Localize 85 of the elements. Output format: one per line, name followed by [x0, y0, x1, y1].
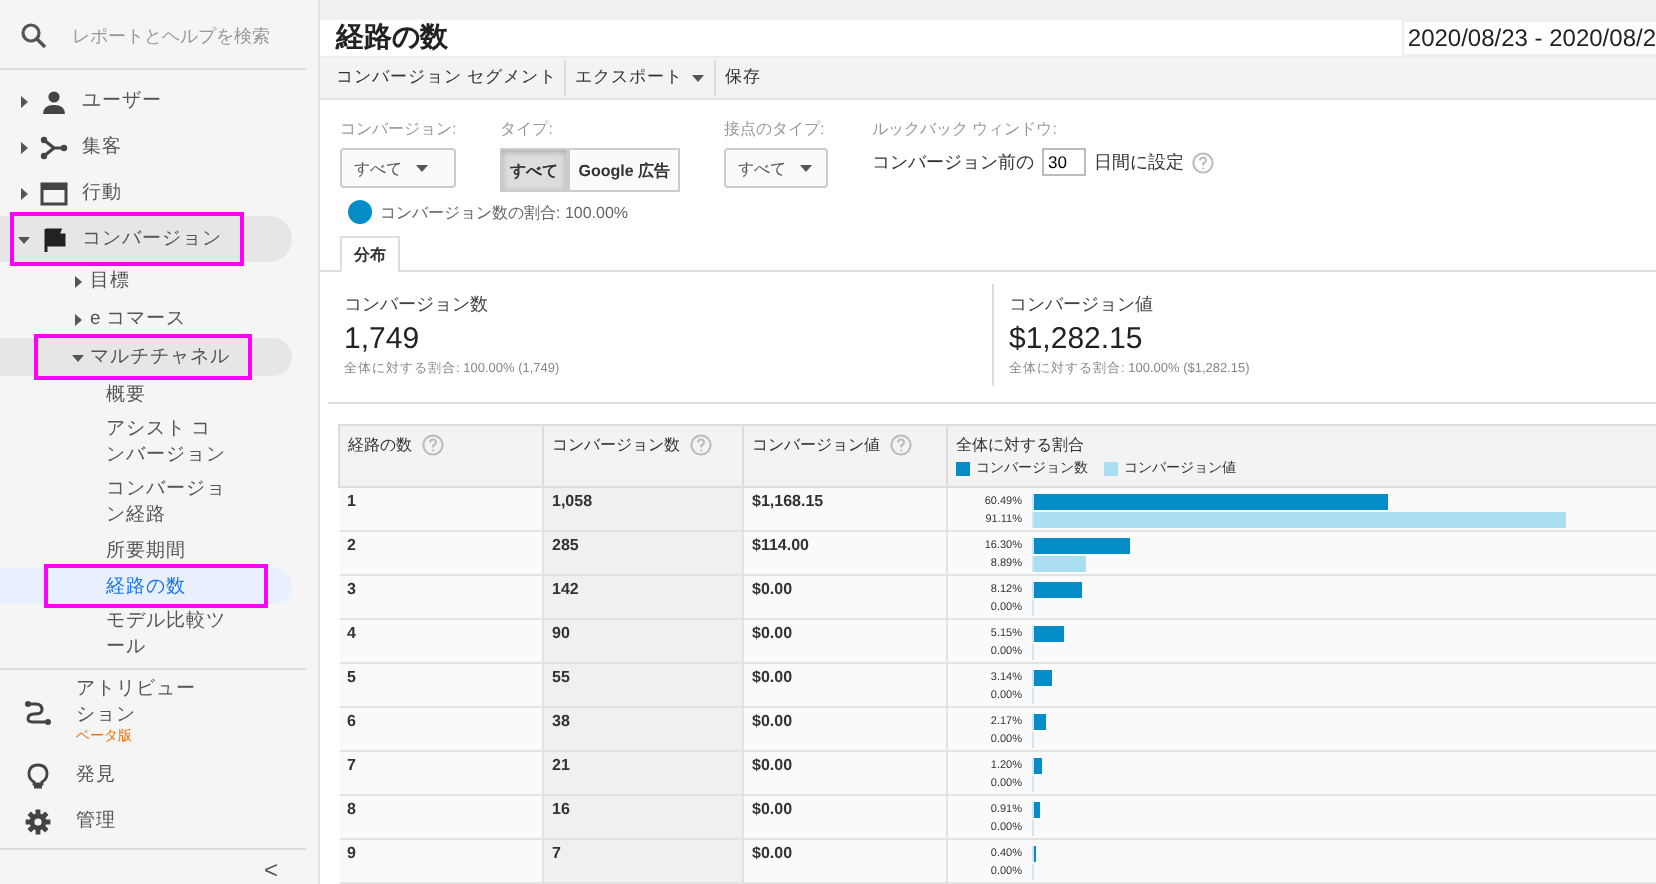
- column-title: 全体に対する割合: [956, 434, 1084, 457]
- table-cell: 1: [339, 487, 543, 532]
- collapse-button[interactable]: <: [263, 856, 278, 884]
- metric-title: コンバージョン数: [344, 292, 490, 319]
- sidebar-item[interactable]: 集客: [0, 124, 292, 170]
- date-range-picker[interactable]: 2020/08/23 - 2020/08/2: [1401, 20, 1656, 57]
- sidebar-item[interactable]: 概要: [0, 376, 292, 412]
- sidebar-item[interactable]: コンバージョン経路: [0, 472, 292, 532]
- table-cell: 6: [339, 707, 543, 752]
- sidebar-item-label[interactable]: 発見: [76, 762, 196, 788]
- help-icon: [422, 434, 444, 457]
- metric-value: $1,282.15: [1009, 322, 1145, 357]
- table-cell: 16: [543, 795, 743, 840]
- segment-button[interactable]: Google 広告: [568, 148, 681, 193]
- table-cell: 5: [339, 663, 543, 708]
- days-input[interactable]: 30: [1042, 148, 1087, 177]
- settings-icon: [24, 807, 52, 835]
- person-icon: [40, 87, 68, 115]
- search-field[interactable]: レポートとヘルプを検索: [72, 26, 292, 46]
- filter-label: タイプ:: [500, 118, 555, 141]
- table-cell: 1,058: [543, 487, 743, 532]
- table-cell: 7: [339, 751, 543, 796]
- field-label: 日間に設定: [1094, 149, 1185, 176]
- table-cell: 3: [339, 575, 543, 620]
- toolbar-button[interactable]: エクスポート: [566, 60, 717, 97]
- help-icon: [690, 434, 712, 457]
- segment-button[interactable]: すべて: [500, 148, 569, 193]
- table-cell: $0.00: [743, 751, 947, 796]
- sidebar-item[interactable]: コンバージョン: [0, 216, 292, 262]
- table-cell: $0.00: [743, 575, 947, 620]
- lightbulb-icon: [24, 761, 52, 789]
- table-cell: 142: [543, 575, 743, 620]
- table-cell: $0.00: [743, 839, 947, 884]
- branch-icon: [40, 133, 68, 161]
- segment-label: コンバージョン数の割合: 100.00%: [380, 201, 629, 224]
- table-cell: 90: [543, 619, 743, 664]
- dropdown[interactable]: すべて: [340, 148, 457, 189]
- dropdown[interactable]: すべて: [724, 148, 829, 189]
- sidebar-item[interactable]: 所要期間: [0, 532, 292, 568]
- sidebar-item[interactable]: 目標: [0, 262, 292, 300]
- table-cell: $0.00: [743, 663, 947, 708]
- search-icon: [20, 22, 48, 50]
- column-title: コンバージョン値: [752, 434, 880, 457]
- column-title: 経路の数: [348, 434, 412, 457]
- metric-title: コンバージョン値: [1009, 292, 1155, 319]
- table-cell: $0.00: [743, 707, 947, 752]
- page-title: 経路の数: [336, 20, 448, 57]
- table-cell: 55: [543, 663, 743, 708]
- sidebar-item[interactable]: アシスト コンバージョン: [0, 412, 292, 472]
- table-cell: 21: [543, 751, 743, 796]
- route-icon: [24, 697, 52, 725]
- field-label: コンバージョン前の: [872, 149, 1035, 176]
- sidebar-item[interactable]: モデル比較ツール: [0, 604, 292, 664]
- help-icon: [890, 434, 912, 457]
- table-cell: $1,168.15: [743, 487, 947, 532]
- table-cell: 285: [543, 531, 743, 576]
- caret-icon: [798, 160, 815, 177]
- table-cell: $0.00: [743, 795, 947, 840]
- sidebar-item-label[interactable]: アトリビューション: [76, 676, 196, 728]
- table-cell: 4: [339, 619, 543, 664]
- column-title: コンバージョン数: [552, 434, 680, 457]
- sidebar-item[interactable]: マルチチャネル: [0, 338, 292, 376]
- toolbar-button[interactable]: コンバージョン セグメント: [336, 60, 567, 97]
- help-icon: [1192, 151, 1215, 174]
- table-cell: $114.00: [743, 531, 947, 576]
- sidebar-item[interactable]: 経路の数: [0, 568, 292, 604]
- table-cell: 38: [543, 707, 743, 752]
- window-icon: [40, 179, 68, 207]
- filter-label: 接点のタイプ:: [724, 118, 827, 141]
- sidebar-item-label[interactable]: 管理: [76, 808, 196, 834]
- table-cell: 8: [339, 795, 543, 840]
- table-cell: 2: [339, 531, 543, 576]
- filter-label: コンバージョン:: [340, 118, 457, 141]
- table-cell: 7: [543, 839, 743, 884]
- tab[interactable]: 分布: [340, 236, 400, 273]
- toolbar-button[interactable]: 保存: [716, 60, 769, 97]
- sidebar-item[interactable]: ユーザー: [0, 78, 292, 124]
- sidebar-item[interactable]: e コマース: [0, 300, 292, 338]
- sidebar-item[interactable]: 行動: [0, 170, 292, 216]
- filter-label: ルックバック ウィンドウ:: [872, 118, 1059, 141]
- metric-value: 1,749: [344, 322, 422, 357]
- table-cell: $0.00: [743, 619, 947, 664]
- caret-icon: [414, 160, 430, 177]
- flag-icon: [40, 225, 68, 253]
- table-cell: 9: [339, 839, 543, 884]
